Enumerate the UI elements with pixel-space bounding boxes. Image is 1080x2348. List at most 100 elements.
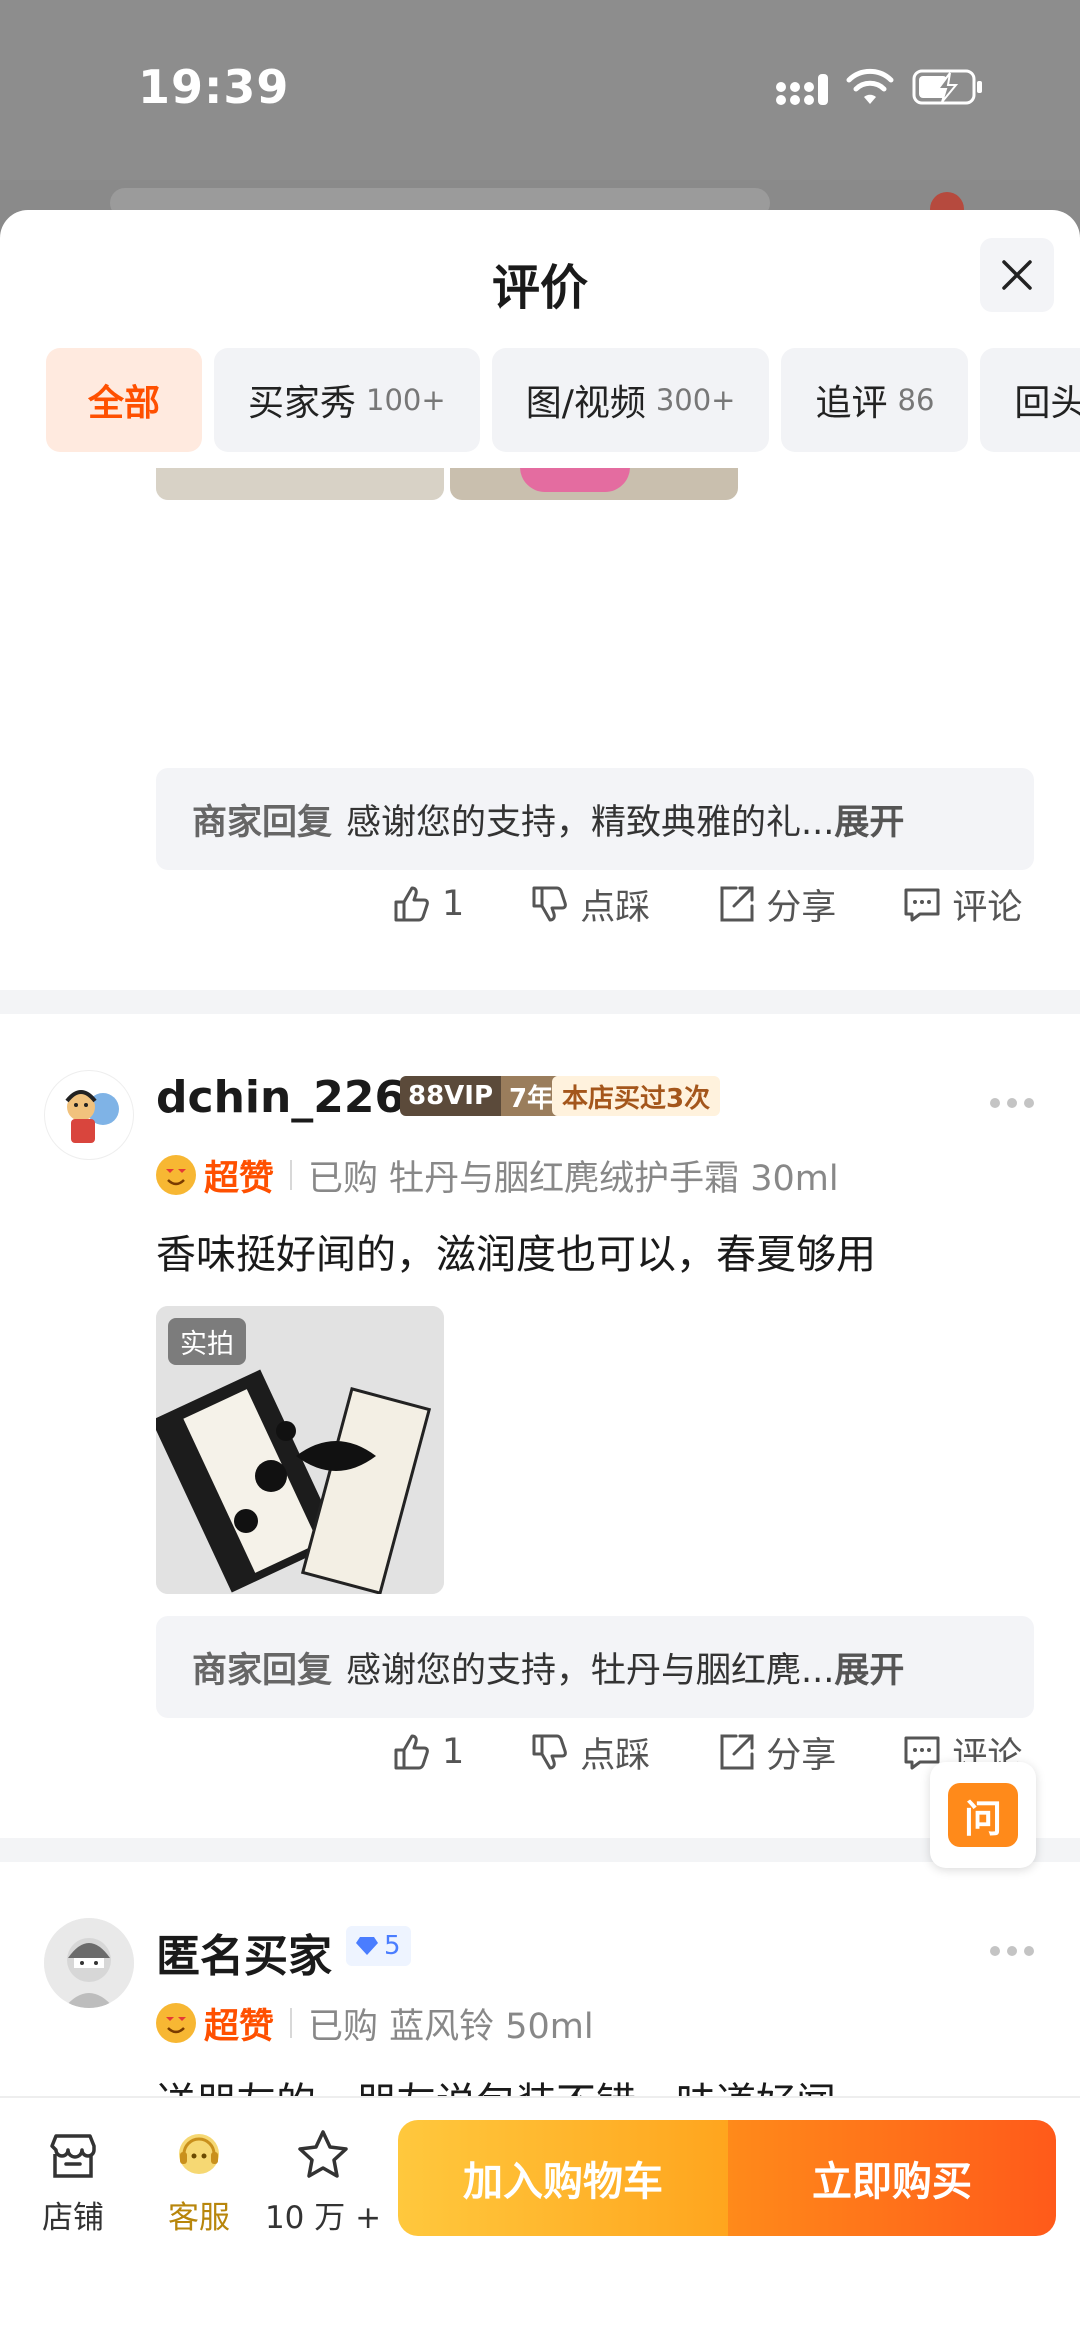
heart-eyes-emoji-icon [156,2003,196,2043]
anonymous-avatar-icon [44,1918,134,2008]
tab-label: 图/视频 [525,383,646,424]
ask-question-button[interactable]: 问 [930,1762,1036,1868]
tab-label: 买家秀 [248,383,357,424]
review-photo[interactable] [156,468,444,500]
sheet-title: 评价 [491,260,588,316]
tab-count: 86 [897,383,935,417]
purchased-item: 已购 蓝风铃 50ml [308,2006,594,2047]
add-to-cart-button[interactable]: 加入购物车 [398,2120,728,2236]
review-actions: 1 点踩 分享 评论 [390,874,1022,934]
reply-text: 感谢您的支持，牡丹与胭红麂... [346,1650,835,1691]
avatar[interactable] [44,1070,134,1160]
merchant-reply[interactable]: 商家回复 感谢您的支持，精致典雅的礼... 展开 [156,768,1034,870]
store-label: 店铺 [42,2200,104,2236]
dislike-label: 点踩 [580,1735,651,1776]
reply-label: 商家回复 [192,802,333,843]
share-button[interactable]: 分享 [714,1727,836,1778]
status-bar: 19:39 [0,0,1080,226]
review-sheet: 评价 全部 买家秀 100+ 图/视频 300+ 追评 86 回头客 [0,210,1080,2348]
comment-icon [904,888,940,922]
dislike-button[interactable]: 点踩 [528,879,650,930]
favorite-button[interactable]: 10 万 + [264,2126,382,2237]
divider [290,2008,293,2038]
rating-label: 超赞 [204,2006,275,2047]
tab-count: 300+ [655,383,736,417]
tab-label: 全部 [88,383,161,424]
thumbs-up-icon [394,886,429,922]
review-photo[interactable]: 实拍 [156,1306,444,1594]
dislike-label: 点踩 [580,887,651,928]
review-photo[interactable] [450,468,738,500]
store-button[interactable]: 店铺 [18,2126,128,2237]
review-text: 香味挺好闻的，滋润度也可以，春夏够用 [156,1232,876,1278]
tab-photo-video[interactable]: 图/视频 300+ [491,348,770,452]
tab-follow-up[interactable]: 追评 86 [781,348,969,452]
expand-link[interactable]: 展开 [834,794,904,845]
rating-label: 超赞 [204,1158,275,1199]
share-icon [720,1734,754,1770]
comment-label: 评论 [952,887,1023,928]
heart-eyes-emoji-icon [156,1155,196,1195]
dislike-button[interactable]: 点踩 [528,1727,650,1778]
comment-button[interactable]: 评论 [900,879,1022,930]
member-level-badge: 5 [346,1926,411,1966]
tab-count: 100+ [366,383,446,417]
thumbs-down-icon [532,1734,568,1770]
thumbs-up-icon [394,1734,429,1770]
cellular-signal-icon [776,74,828,105]
share-icon [720,886,754,922]
tab-repeat-customer[interactable]: 回头客 [980,348,1080,452]
like-button[interactable]: 1 [390,882,464,926]
username[interactable]: 匿名买家 [156,1920,332,1984]
customer-service-icon [179,2134,219,2174]
review-list[interactable]: 商家回复 感谢您的支持，精致典雅的礼... 展开 1 点踩 分享 评论 dchi… [0,468,1080,2098]
repeat-buyer-badge: 本店买过3次 [552,1076,721,1116]
rating-row: 超赞 已购 蓝风铃 50ml [156,1998,594,2048]
service-label: 客服 [168,2200,230,2236]
more-options-button[interactable] [990,1098,1038,1110]
favorite-count: 10 万 + [264,2200,382,2236]
tab-all[interactable]: 全部 [46,348,203,452]
merchant-reply[interactable]: 商家回复 感谢您的支持，牡丹与胭红麂... 展开 [156,1616,1034,1718]
customer-service-button[interactable]: 客服 [144,2126,254,2237]
more-options-button[interactable] [990,1946,1038,1958]
close-icon [1002,260,1032,290]
share-label: 分享 [766,887,837,928]
status-time: 19:39 [138,60,290,114]
wifi-icon [846,68,894,104]
username[interactable]: dchin_226 [156,1072,405,1123]
like-count: 1 [442,884,465,924]
cartoon-avatar-icon [65,1090,119,1143]
like-button[interactable]: 1 [390,1730,464,1774]
thumbs-down-icon [532,886,568,922]
tab-label: 追评 [815,383,888,424]
bottom-action-bar: 店铺 客服 10 万 + 加入购物车 立即购买 [0,2096,1080,2348]
buy-now-button[interactable]: 立即购买 [728,2120,1056,2236]
reply-label: 商家回复 [192,1650,333,1691]
review-actions: 1 点踩 分享 评论 [390,1722,1022,1782]
rating-row: 超赞 已购 牡丹与胭红麂绒护手霜 30ml [156,1150,839,1200]
real-photo-tag: 实拍 [168,1318,246,1365]
share-button[interactable]: 分享 [714,879,836,930]
review-filter-tabs: 全部 买家秀 100+ 图/视频 300+ 追评 86 回头客 [46,348,1080,452]
share-label: 分享 [766,1735,837,1776]
section-divider [0,1838,1080,1862]
purchased-item: 已购 牡丹与胭红麂绒护手霜 30ml [308,1158,839,1199]
star-icon [298,2130,348,2178]
diamond-icon [356,1937,378,1955]
tab-label: 回头客 [1014,383,1080,424]
avatar[interactable] [44,1918,134,2008]
battery-charging-icon [912,69,982,105]
tab-buyer-show[interactable]: 买家秀 100+ [214,348,480,452]
vip-label: 88VIP [400,1076,502,1116]
ask-label: 问 [948,1783,1018,1847]
close-button[interactable] [980,238,1054,312]
divider [290,1160,293,1190]
vip-badge: 88VIP 7年 [400,1076,562,1116]
section-divider [0,990,1080,1014]
store-icon [50,2134,96,2178]
review-text: 送朋友的，朋友说包装不错，味道好闻 [156,2070,836,2098]
like-count: 1 [442,1732,465,1772]
expand-link[interactable]: 展开 [834,1642,904,1693]
reply-text: 感谢您的支持，精致典雅的礼... [346,802,835,843]
